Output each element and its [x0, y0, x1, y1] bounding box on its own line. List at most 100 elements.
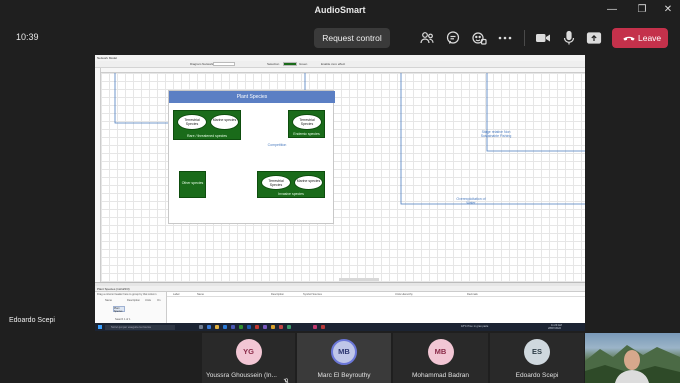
leave-button[interactable]: Leave [612, 28, 668, 48]
people-icon[interactable] [419, 30, 435, 46]
diagram-canvas[interactable]: Plant Species Terrestrial Species Marine… [101, 73, 585, 282]
fishing-note[interactable]: Stage relative Non Sustainable Fishing [479, 130, 513, 138]
left-col-description: Description [127, 299, 140, 302]
avatar: MB [427, 339, 454, 365]
app-icon[interactable] [279, 325, 283, 329]
avatar: YG [235, 339, 262, 365]
horizontal-scrollbar[interactable] [339, 278, 379, 281]
word-icon[interactable] [247, 325, 251, 329]
app-icon[interactable] [263, 325, 267, 329]
windows-taskbar: Scrivi qui per eseguire la ricerca 18°C … [95, 323, 585, 331]
invasive-species-caption: Invasive species [278, 192, 304, 196]
selection-label: Selection [267, 62, 280, 66]
other-species-label: Other species [181, 181, 204, 185]
terrestrial-oval[interactable]: Terrestrial Species [177, 114, 207, 130]
col-label[interactable]: Label [173, 293, 179, 296]
properties-panel: Drag a column header here to group by th… [95, 292, 585, 323]
teams-window: AudioSmart — ❐ ✕ 10:39 Request control L… [0, 0, 680, 383]
participant-name: Marc El Beyrouthy [317, 372, 371, 379]
title-bar: AudioSmart — ❐ ✕ [0, 0, 680, 22]
weather-widget[interactable]: 18°C Piov. in gran parte [461, 325, 488, 328]
mic-icon[interactable] [561, 30, 577, 46]
toolbar-divider [524, 30, 525, 46]
participant-name: Youssra Ghoussein (In... [206, 372, 277, 379]
meeting-toolbar: 10:39 Request control Leave [0, 22, 680, 54]
maximize-button[interactable]: ❐ [630, 3, 654, 17]
left-col-name: Name [105, 299, 112, 302]
edge-icon[interactable] [207, 325, 211, 329]
color-swatch[interactable] [283, 62, 297, 66]
close-button[interactable]: ✕ [656, 3, 680, 17]
app-icon[interactable] [287, 325, 291, 329]
shared-screen[interactable]: Network Model Diagram Network Selection … [95, 55, 585, 331]
video-feed [585, 345, 680, 383]
col-units[interactable]: Units Hierarchy [395, 293, 413, 296]
col-decimals[interactable]: Decimals [467, 293, 478, 296]
presenter-name: Edoardo Scepi [9, 317, 55, 324]
invasive-species-box[interactable]: Terrestrial Species Marine species Invas… [257, 171, 325, 198]
avatar: ES [524, 339, 550, 365]
more-icon[interactable] [497, 30, 513, 46]
pinned-app-icon[interactable] [321, 325, 325, 329]
pinned-app-icon[interactable] [313, 325, 317, 329]
store-icon[interactable] [223, 325, 227, 329]
participant-tile[interactable]: ES Edoardo Scepi [490, 333, 584, 383]
chat-icon[interactable] [445, 30, 461, 46]
panel-title: Plant Species (1st/d/2/3) [97, 287, 130, 291]
teams-icon[interactable] [231, 325, 235, 329]
list-item[interactable]: Plant Species [113, 306, 125, 313]
participant-name: Mohammad Badran [411, 372, 470, 379]
participant-tile[interactable]: MB Marc El Beyrouthy [297, 333, 391, 383]
meeting-timer: 10:39 [16, 32, 39, 42]
self-video[interactable] [585, 333, 680, 383]
water-note[interactable]: Overexploitation of Water [453, 197, 489, 205]
marine-oval[interactable]: Marine species [294, 175, 323, 190]
col-description[interactable]: Description [271, 293, 284, 296]
group-hint: Drag a column header here to group by th… [97, 293, 157, 296]
taskbar-search[interactable]: Scrivi qui per eseguire la ricerca [105, 324, 175, 330]
minimize-button[interactable]: — [600, 3, 624, 17]
app-icon[interactable] [255, 325, 259, 329]
participant-name: Edoardo Scepi [515, 372, 559, 379]
rare-species-caption: Rare / threatened species [186, 134, 228, 138]
diagram-dropdown-label[interactable]: Diagram Network [190, 62, 213, 66]
rare-species-box[interactable]: Terrestrial Species Marine species Rare … [173, 110, 241, 140]
share-icon[interactable] [586, 30, 602, 46]
grid-header: Label Name Description Symbol Sources Un… [167, 292, 585, 297]
participant-tile[interactable]: YG Youssra Ghoussein (In... [202, 333, 295, 383]
page-indicator: Search 1 of 1 [115, 318, 131, 321]
plant-species-group[interactable]: Plant Species Terrestrial Species Marine… [168, 90, 335, 224]
col-name[interactable]: Name [197, 293, 204, 296]
leave-label: Leave [638, 33, 662, 43]
marine-oval[interactable]: Marine species [210, 114, 239, 130]
app-toolbar: Diagram Network Selection Green Enable z… [95, 61, 585, 68]
zero-effect-option[interactable]: Enable zero effect [321, 62, 345, 66]
windows-start-icon[interactable] [98, 325, 102, 329]
reactions-icon[interactable] [471, 30, 487, 46]
color-name: Green [299, 62, 308, 66]
phone-icon [622, 31, 636, 45]
excel-icon[interactable] [239, 325, 243, 329]
col-symbol[interactable]: Symbol Sources [303, 293, 322, 296]
folder-icon[interactable] [215, 325, 219, 329]
taskbar-date[interactable]: 28/07/2022 [548, 327, 561, 330]
terrestrial-oval[interactable]: Terrestrial Species [261, 175, 291, 190]
diagram-dropdown[interactable] [213, 62, 235, 66]
competition-label: Competition [267, 143, 287, 147]
plant-species-header: Plant Species [169, 91, 335, 103]
left-col-on: On [157, 299, 161, 302]
group-pane: Drag a column header here to group by th… [95, 292, 167, 323]
camera-icon[interactable] [535, 30, 551, 46]
request-control-button[interactable]: Request control [314, 28, 390, 48]
terrestrial-oval[interactable]: Terrestrial Species [292, 114, 322, 130]
window-title: AudioSmart [314, 5, 366, 15]
endemic-species-caption: Endemic species [293, 132, 320, 136]
mic-off-icon [283, 372, 290, 383]
participant-tile[interactable]: MB Mohammad Badran [393, 333, 488, 383]
endemic-species-box[interactable]: Terrestrial Species Endemic species [288, 110, 325, 138]
app-icon[interactable] [271, 325, 275, 329]
task-view-icon[interactable] [199, 325, 203, 329]
left-col-units: Units [145, 299, 151, 302]
avatar: MB [331, 339, 357, 365]
other-species-box[interactable]: Other species [179, 171, 206, 198]
